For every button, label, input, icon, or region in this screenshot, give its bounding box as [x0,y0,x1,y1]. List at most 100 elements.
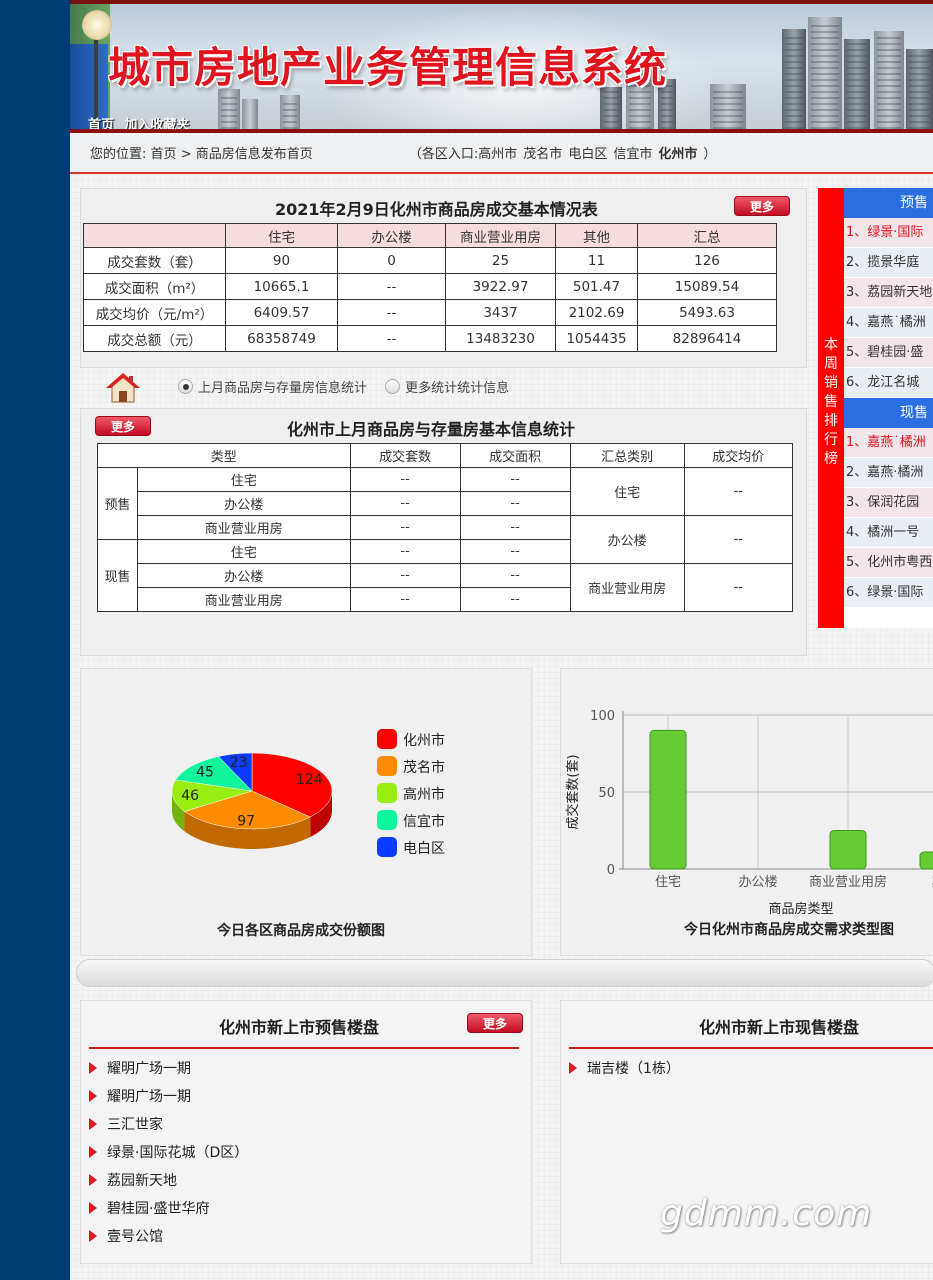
daily-summary-panel: 2021年2月9日化州市商品房成交基本情况表 更多 住宅 办公楼 商业营业用房 … [80,188,807,368]
table-row: 成交均价（元/m²） 6409.57 -- 3437 2102.69 5493.… [83,299,777,326]
table-cell: -- [459,563,571,588]
monthly-more-button[interactable]: 更多 [95,416,151,436]
left-sidebar-bar [0,0,70,1280]
list-item-label: 荔园新天地 [107,1173,177,1189]
district-link-gaozhou[interactable]: 高州市 [478,147,517,162]
district-entry: （各区入口:高州市 茂名市 电白区 信宜市 化州市 ） [409,147,719,162]
ranking-item[interactable]: 1、嘉燕˙橘洲 [844,428,933,458]
ranking-item[interactable]: 6、绿景·国际 [844,578,933,608]
arrow-right-icon [89,1118,97,1130]
table-cell: -- [349,467,461,492]
pie-value-label: 97 [237,814,255,830]
ranking-spot-head[interactable]: 现售 [844,398,933,428]
table-cell: 126 [637,247,777,274]
column-header: 成交面积 [459,443,571,468]
ranking-presale-items: 1、绿景·国际 2、揽景华庭 3、荔园新天地 4、嘉燕˙橘洲 5、碧桂园·盛 6… [844,218,933,398]
ranking-item[interactable]: 3、保润花园 [844,488,933,518]
list-item-label: 耀明广场一期 [107,1089,191,1105]
pie-value-label: 124 [296,772,323,788]
ranking-side-char: 排 [824,413,838,429]
list-item[interactable]: 瑞吉楼（1栋） [569,1058,680,1078]
table-cell: 住宅 [137,467,351,492]
radio-monthly-stats[interactable] [178,379,193,394]
bar [919,851,933,870]
house-icon [106,373,140,403]
daily-table: 住宅 办公楼 商业营业用房 其他 汇总 成交套数（套） 90 0 25 11 1… [83,223,777,352]
list-item[interactable]: 耀明广场一期 [89,1086,191,1106]
breadcrumb-sep: > [180,147,192,162]
table-cell: 82896414 [637,325,777,352]
ranking-item[interactable]: 6、龙江名城 [844,368,933,398]
presale-more-button[interactable]: 更多 [467,1013,523,1033]
presale-list-panel: 化州市新上市预售楼盘 更多 耀明广场一期 耀明广场一期 三汇世家 绿景·国际花城… [80,1000,532,1264]
ranking-item[interactable]: 4、橘洲一号 [844,518,933,548]
row-label: 成交均价（元/m²） [83,299,226,326]
legend-swatch [377,783,397,803]
table-cell: -- [337,299,446,326]
table-cell: 商业营业用房 [137,515,351,540]
table-row: 预售 住宅 -- -- 住宅 -- [97,467,794,540]
list-item[interactable]: 碧桂园·盛世华府 [89,1198,209,1218]
site-title: 城市房地产业务管理信息系统 [108,43,668,92]
bar-chart-panel: 050100住宅办公楼商业营业用房其商品房类型今日化州市商品房成交需求类型图成交… [560,668,933,956]
group-label: 现售 [97,539,138,612]
district-link-dianbai[interactable]: 电白区 [568,147,607,162]
list-item-label: 碧桂园·盛世华府 [107,1201,210,1217]
breadcrumb-prefix: 您的位置: [90,147,147,162]
section-divider [76,959,933,987]
monthly-table: 类型 成交套数 成交面积 汇总类别 成交均价 预售 住宅 -- -- 住宅 --… [97,443,794,612]
district-link-huazhou[interactable]: 化州市 [658,147,697,162]
radio-more-stats[interactable] [385,379,401,394]
group-label: 预售 [97,467,138,540]
ranking-presale-head[interactable]: 预售 [844,188,933,218]
list-item[interactable]: 三汇世家 [89,1114,163,1134]
table-header-row: 住宅 办公楼 商业营业用房 其他 汇总 [83,223,777,248]
breadcrumb-current: 商品房信息发布首页 [195,147,313,162]
ranking-item[interactable]: 2、揽景华庭 [844,248,933,278]
district-link-xinyi[interactable]: 信宜市 [613,147,652,162]
column-header: 其他 [555,223,638,248]
bar-chart: 050100住宅办公楼商业营业用房其商品房类型今日化州市商品房成交需求类型图成交… [565,709,933,938]
list-item[interactable]: 荔园新天地 [89,1170,177,1190]
table-cell: -- [349,587,461,612]
summary-avg: -- [683,563,794,612]
ranking-item[interactable]: 5、碧桂园·盛 [844,338,933,368]
ranking-item[interactable]: 1、绿景·国际 [844,218,933,248]
table-row: 商业营业用房 -- -- 办公楼 -- [98,515,794,564]
ranking-item[interactable]: 3、荔园新天地 [844,278,933,308]
list-item[interactable]: 绿景·国际花城（D区） [89,1142,248,1162]
table-cell: -- [459,587,571,612]
ranking-item[interactable]: 5、化州市粤西 [844,548,933,578]
list-item[interactable]: 耀明广场一期 [89,1058,191,1078]
ranking-item[interactable]: 2、嘉燕·橘洲 [844,458,933,488]
row-label: 成交总额（元） [83,325,226,352]
pie-value-label: 23 [230,755,248,771]
arrow-right-icon [89,1062,97,1074]
district-entry-close: ） [703,147,717,162]
ranking-side-char: 本 [824,337,838,353]
arrow-right-icon [89,1230,97,1242]
radio-monthly-label[interactable]: 上月商品房与存量房信息统计 [198,381,367,396]
breadcrumb-home[interactable]: 首页 [151,147,177,162]
radio-more-label[interactable]: 更多统计统计信息 [405,381,509,396]
daily-more-button[interactable]: 更多 [734,196,790,216]
legend-item: 高州市 [377,783,445,804]
spot-list-title: 化州市新上市现售楼盘 [699,1018,860,1037]
table-cell: -- [459,515,571,540]
list-item[interactable]: 壹号公馆 [89,1226,163,1246]
summary-category: 住宅 [569,467,685,516]
legend-item: 茂名市 [377,756,445,777]
district-link-maoming[interactable]: 茂名市 [523,147,562,162]
ranking-side-char: 售 [824,394,838,410]
table-cell: 6409.57 [225,299,338,326]
bar [649,729,687,870]
x-tick-label: 商业营业用房 [809,874,887,890]
ranking-side-label: 本 周 销 售 排 行 榜 [818,188,844,628]
ranking-item[interactable]: 4、嘉燕˙橘洲 [844,308,933,338]
watermark: gdmm.com [660,1193,873,1234]
table-cell: 办公楼 [137,563,351,588]
table-cell: 商业营业用房 [137,587,351,612]
table-cell: -- [459,467,571,492]
table-cell: 0 [337,247,446,274]
y-axis-label: 成交套数(套) [565,754,581,829]
